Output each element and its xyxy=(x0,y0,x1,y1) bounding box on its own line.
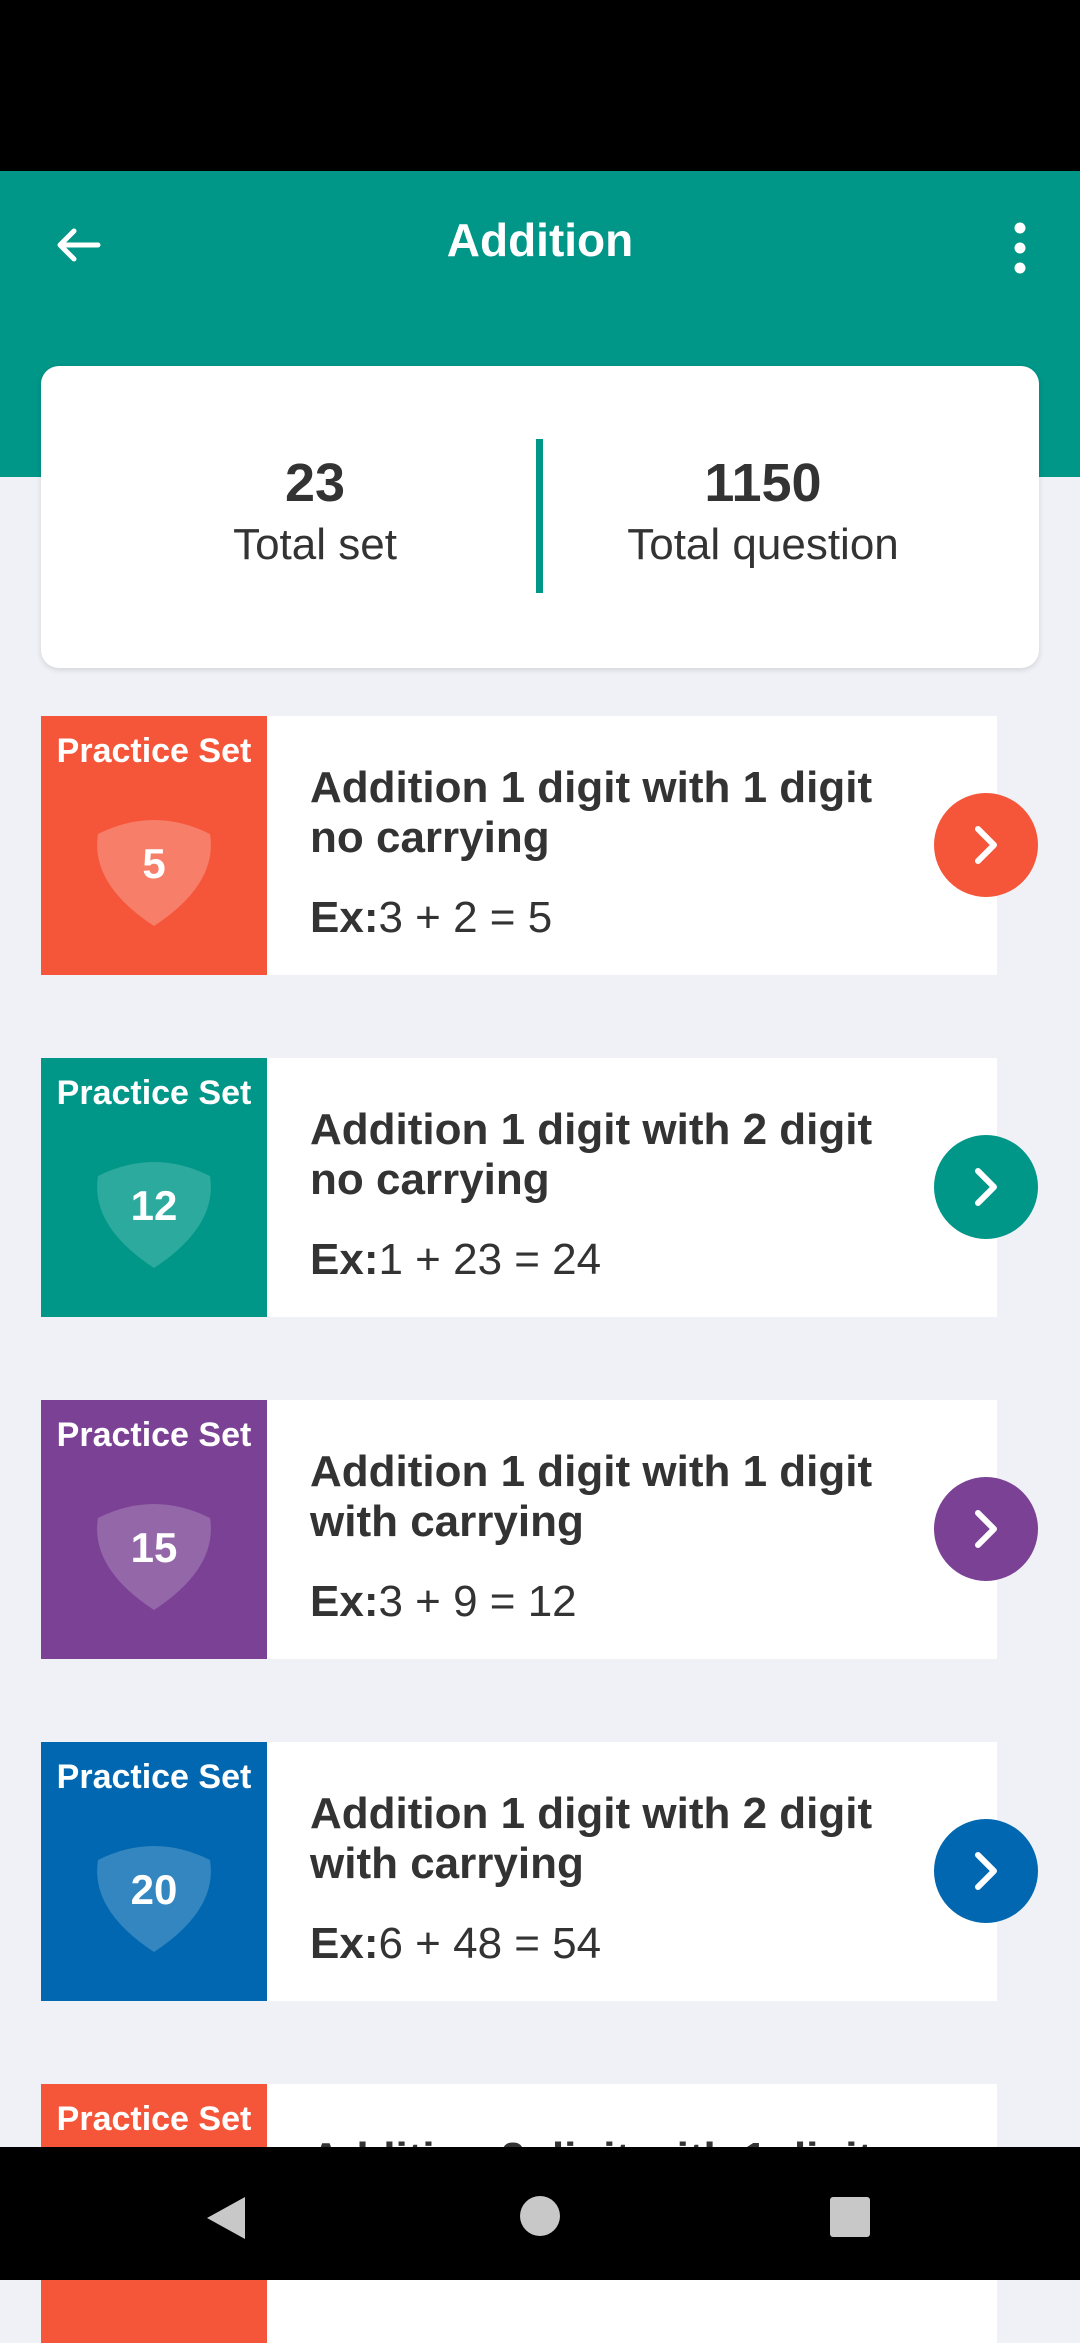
total-set-stat: 23 Total set xyxy=(115,450,515,574)
total-question-stat: 1150 Total question xyxy=(563,450,963,574)
example-value: 6 + 48 = 54 xyxy=(378,1919,602,1968)
open-practice-set-button[interactable] xyxy=(934,1135,1038,1239)
example-label: Ex: xyxy=(310,1577,379,1626)
nav-recent-apps-icon[interactable] xyxy=(829,2196,871,2238)
practice-set-title: Addition 1 digit with 2 digit no carryin… xyxy=(310,1105,950,1205)
practice-set-tile: Practice Set 5 xyxy=(41,716,267,975)
example-label: Ex: xyxy=(310,893,379,942)
total-set-value: 23 xyxy=(284,453,346,513)
example-value: 1 + 23 = 24 xyxy=(378,1235,602,1284)
practice-set-title-line2: no carrying xyxy=(310,1155,550,1204)
practice-set-title-line1: Addition 1 digit with 1 digit xyxy=(310,1447,873,1496)
practice-set-tile: Practice Set 15 xyxy=(41,1400,267,1659)
practice-set-tag: Practice Set xyxy=(56,1074,252,1112)
practice-set-example: Ex:1 + 23 = 24 xyxy=(310,1235,601,1285)
summary-divider xyxy=(536,439,543,593)
practice-set-title-line1: Addition 1 digit with 1 digit xyxy=(310,763,873,812)
practice-set-example: Ex:6 + 48 = 54 xyxy=(310,1919,601,1969)
practice-set-count: 12 xyxy=(130,1182,178,1229)
example-value: 3 + 9 = 12 xyxy=(378,1577,577,1626)
practice-set-tag: Practice Set xyxy=(56,1416,252,1454)
practice-set-count: 15 xyxy=(130,1524,178,1571)
practice-set-card[interactable]: Practice Set 20 Addition 1 digit with 2 … xyxy=(41,1742,997,2001)
chevron-right-icon xyxy=(975,1510,997,1548)
open-practice-set-button[interactable] xyxy=(934,1477,1038,1581)
practice-set-tag: Practice Set xyxy=(56,1758,252,1796)
page-title: Addition xyxy=(446,214,634,266)
summary-card: 23 Total set 1150 Total question xyxy=(41,366,1039,668)
practice-set-title: Addition 1 digit with 1 digit with carry… xyxy=(310,1447,950,1547)
nav-back-icon[interactable] xyxy=(205,2195,247,2241)
chevron-right-icon xyxy=(975,1852,997,1890)
total-question-value: 1150 xyxy=(704,453,822,513)
practice-set-example: Ex:3 + 2 = 5 xyxy=(310,893,552,943)
practice-set-tag: Practice Set xyxy=(56,2100,252,2138)
chevron-right-icon xyxy=(975,826,997,864)
practice-set-count: 5 xyxy=(142,840,166,887)
practice-set-card[interactable]: Practice Set 5 Addition 1 digit with 1 d… xyxy=(41,716,997,975)
total-question-label: Total question xyxy=(627,520,899,569)
practice-set-title: Addition 1 digit with 2 digit with carry… xyxy=(310,1789,950,1889)
practice-set-count: 20 xyxy=(130,1866,178,1913)
practice-set-tag: Practice Set xyxy=(56,732,252,770)
more-vertical-icon[interactable] xyxy=(1000,220,1040,276)
practice-set-title-line2: with carrying xyxy=(310,1839,584,1888)
example-value: 3 + 2 = 5 xyxy=(378,893,553,942)
chevron-right-icon xyxy=(975,1168,997,1206)
practice-set-tile: Practice Set 12 xyxy=(41,1058,267,1317)
practice-set-tile: Practice Set 20 xyxy=(41,1742,267,2001)
practice-set-title-line2: with carrying xyxy=(310,1497,584,1546)
practice-set-title-line2: no carrying xyxy=(310,813,550,862)
practice-set-example: Ex:3 + 9 = 12 xyxy=(310,1577,577,1627)
open-practice-set-button[interactable] xyxy=(934,793,1038,897)
nav-home-icon[interactable] xyxy=(519,2195,561,2237)
system-nav-bar xyxy=(0,2147,1080,2280)
status-bar xyxy=(0,0,1080,171)
practice-set-title-line1: Addition 1 digit with 2 digit xyxy=(310,1105,873,1154)
example-label: Ex: xyxy=(310,1235,379,1284)
practice-set-card[interactable]: Practice Set 15 Addition 1 digit with 1 … xyxy=(41,1400,997,1659)
open-practice-set-button[interactable] xyxy=(934,1819,1038,1923)
example-label: Ex: xyxy=(310,1919,379,1968)
practice-set-card[interactable]: Practice Set 12 Addition 1 digit with 2 … xyxy=(41,1058,997,1317)
total-set-label: Total set xyxy=(233,520,397,569)
practice-set-title: Addition 1 digit with 1 digit no carryin… xyxy=(310,763,950,863)
practice-set-title-line1: Addition 1 digit with 2 digit xyxy=(310,1789,873,1838)
